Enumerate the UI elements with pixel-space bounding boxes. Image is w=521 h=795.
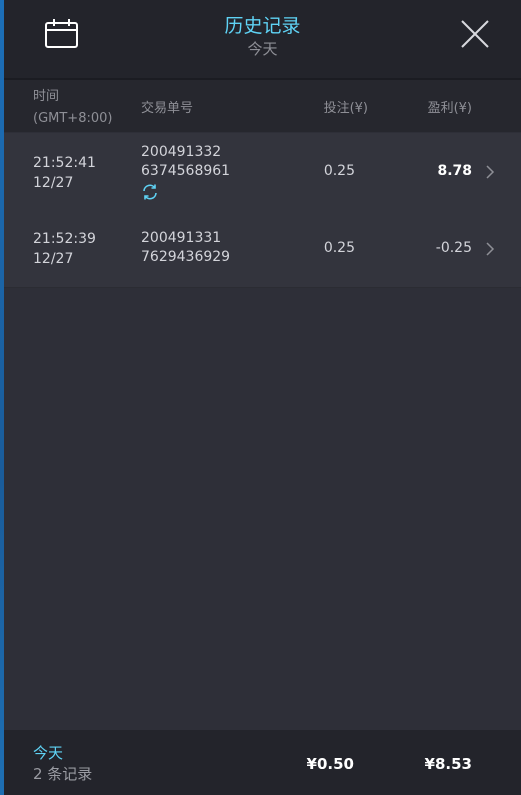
chevron-right-icon [486,242,495,256]
summary-footer: 今天 2 条记录 ¥0.50 ¥8.53 [4,730,521,795]
row-stake: 0.25 [323,163,355,179]
row-date: 12/27 [33,175,74,191]
column-header-stake: 投注(¥) [323,101,368,116]
refresh-icon [143,184,157,200]
row-stake: 0.25 [323,240,355,256]
row-profit: -0.25 [435,240,472,256]
footer-period-label: 今天 [33,744,64,762]
page-title: 历史记录 [224,15,301,37]
column-header-time: 时间 (GMT+8:00) [33,86,143,130]
row-time: 21:52:39 [33,231,96,247]
row-time: 21:52:41 [33,155,96,171]
close-icon [461,20,489,48]
table-row[interactable]: 21:52:39 12/27 200491331 7629436929 0.25… [4,210,521,288]
column-timezone-label: (GMT+8:00) [33,111,113,126]
footer-record-count: 2 条记录 [33,765,93,783]
row-trade-id-cell: 200491331 7629436929 [141,229,230,267]
close-button[interactable] [458,17,492,51]
table-header: 时间 (GMT+8:00) 交易单号 投注(¥) 盈利(¥) [4,80,521,132]
table-row[interactable]: 21:52:41 12/27 200491332 6374568961 0.25… [4,133,521,211]
row-date: 12/27 [33,251,74,267]
row-trade-id-line1: 200491332 [141,144,222,160]
column-header-trade-id: 交易单号 [141,101,194,116]
row-time-cell: 21:52:41 12/27 [33,153,96,193]
page-subtitle: 今天 [247,40,278,58]
column-time-label: 时间 [33,89,60,104]
chevron-right-icon [486,165,495,179]
footer-total-stake: ¥0.50 [306,755,354,773]
row-trade-id-line2: 6374568961 [141,163,231,179]
row-profit: 8.78 [437,163,472,179]
footer-total-profit: ¥8.53 [424,755,472,773]
title-block: 历史记录 今天 [4,14,521,59]
row-trade-id-cell: 200491332 6374568961 [141,143,230,201]
column-header-profit: 盈利(¥) [427,101,472,116]
row-trade-id-line1: 200491331 [141,230,222,246]
header-bar: 历史记录 今天 [4,0,521,80]
row-trade-id-line2: 7629436929 [141,249,231,265]
row-time-cell: 21:52:39 12/27 [33,229,96,269]
